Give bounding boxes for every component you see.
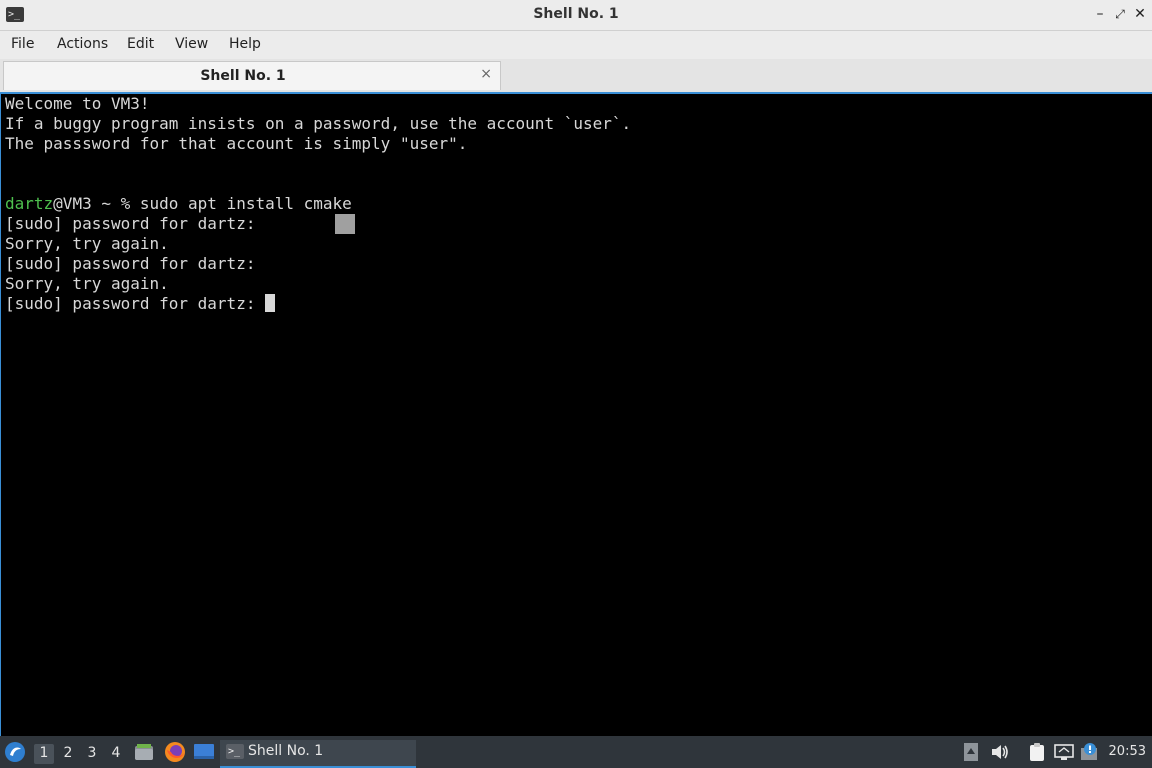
restore-button[interactable]: ⤢ (1112, 5, 1128, 23)
firefox-launcher[interactable] (164, 741, 186, 767)
start-menu-button[interactable] (4, 741, 26, 763)
update-notification-icon (1081, 743, 1097, 760)
tab-close-icon[interactable]: × (480, 66, 492, 82)
taskbar: 1 2 3 4 >_ Shell No. 1 20:53 (0, 736, 1152, 768)
show-desktop-button[interactable] (194, 743, 214, 765)
command-line: dartz@VM3 ~ % sudo apt install cmake (5, 194, 352, 214)
clipboard-button[interactable] (1028, 742, 1046, 766)
welcome-line: Welcome to VM3! (5, 94, 150, 113)
menu-bar: File Actions Edit View Help (0, 31, 1152, 59)
network-icon (1054, 744, 1074, 760)
desktop-4-button[interactable]: 4 (106, 744, 126, 764)
clipboard-icon (1030, 743, 1044, 761)
prompt-user: dartz (5, 194, 54, 213)
terminal-output[interactable]: Welcome to VM3! If a buggy program insis… (0, 94, 1152, 736)
menu-actions[interactable]: Actions (57, 36, 108, 52)
firefox-icon (165, 742, 185, 762)
task-shell-1[interactable]: >_ Shell No. 1 (220, 740, 416, 768)
tab-bar: Shell No. 1 × (0, 59, 1152, 94)
tab-label: Shell No. 1 (200, 68, 286, 84)
menu-edit[interactable]: Edit (127, 36, 154, 52)
password-prompt: [sudo] password for dartz: (5, 294, 266, 313)
menu-view[interactable]: View (175, 36, 208, 52)
minimize-button[interactable]: – (1092, 5, 1108, 23)
file-manager-launcher[interactable] (134, 742, 154, 766)
task-label: Shell No. 1 (248, 743, 324, 759)
password-prompt-line[interactable]: [sudo] password for dartz: (5, 294, 276, 314)
output-line: [sudo] password for dartz: (5, 214, 256, 233)
volume-button[interactable] (990, 743, 1010, 765)
desktop-2-button[interactable]: 2 (58, 744, 78, 764)
desktop-3-button[interactable]: 3 (82, 744, 102, 764)
welcome-line: The passsword for that account is simply… (5, 134, 468, 153)
text-cursor (265, 294, 276, 312)
menu-file[interactable]: File (11, 36, 34, 52)
desktop-1-button[interactable]: 1 (34, 744, 54, 764)
terminal-icon: >_ (226, 744, 244, 759)
terminal-window: >_ Shell No. 1 – ⤢ ✕ File Actions Edit V… (0, 0, 1152, 736)
output-line: Sorry, try again. (5, 274, 169, 293)
tab-shell-1[interactable]: Shell No. 1 × (3, 61, 501, 90)
output-line: [sudo] password for dartz: (5, 254, 256, 273)
tray-expand-button[interactable] (963, 742, 979, 766)
menu-help[interactable]: Help (229, 36, 261, 52)
welcome-line: If a buggy program insists on a password… (5, 114, 632, 133)
title-bar[interactable]: >_ Shell No. 1 – ⤢ ✕ (0, 0, 1152, 31)
chevron-up-icon (964, 743, 978, 761)
lxqt-logo-icon (5, 742, 25, 762)
volume-icon (992, 745, 1008, 759)
close-button[interactable]: ✕ (1132, 5, 1148, 23)
network-button[interactable] (1054, 743, 1074, 765)
window-title: Shell No. 1 (533, 6, 619, 22)
output-line: Sorry, try again. (5, 234, 169, 253)
file-manager-icon (135, 744, 153, 760)
clock[interactable]: 20:53 (1109, 744, 1146, 759)
inactive-cursor (335, 214, 355, 234)
prompt-command: @VM3 ~ % sudo apt install cmake (53, 194, 352, 213)
notification-button[interactable] (1080, 742, 1100, 766)
desktop-icon (194, 744, 214, 759)
